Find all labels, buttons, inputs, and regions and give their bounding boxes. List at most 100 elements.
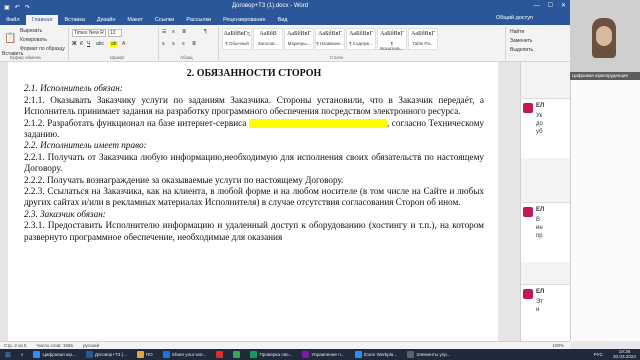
taskbar-item[interactable]: ПО (132, 349, 158, 360)
tab-view[interactable]: Вид (272, 15, 294, 25)
video-thumbnail[interactable]: Цифровая юриспруденция (570, 0, 640, 80)
select-button[interactable]: Выделить (510, 47, 533, 53)
highlighted-blank (248, 119, 387, 129)
style-markers[interactable]: АаБбВвГ Маркеры... (284, 28, 314, 50)
section-heading: 2. ОБЯЗАННОСТИ СТОРОН (186, 68, 322, 79)
subsection-2-2: 2.2. Исполнитель имеет право: (24, 140, 147, 151)
paragraph-2-2-1: 2.2.1. Получать от Заказчика любую инфор… (24, 151, 484, 174)
paragraph-2-2-2: 2.2.2. Получать вознаграждение за оказыв… (24, 174, 344, 185)
taskbar-item[interactable]: Share your wor... (158, 349, 212, 360)
bold-button[interactable]: Ж (72, 41, 77, 47)
minimize-icon[interactable]: — (534, 3, 540, 9)
comment-card[interactable]: ЕЛ В ин пр (521, 202, 571, 262)
comment-author: ЕЛ (536, 103, 545, 109)
tab-insert[interactable]: Вставка (58, 15, 90, 25)
ribbon-home: 📋 Вставить Вырезать Копировать Формат по… (0, 25, 570, 62)
maximize-icon[interactable]: ☐ (548, 2, 553, 9)
avatar (523, 103, 533, 113)
subsection-2-1: 2.1. Исполнитель обязан: (24, 83, 123, 94)
comment-card[interactable]: ЕЛ Ук до уб (521, 98, 571, 158)
language[interactable]: русский (83, 343, 99, 348)
video-caption: Цифровая юриспруденция (570, 72, 640, 80)
align-center-icon[interactable]: ≡ (172, 41, 175, 47)
undo-icon[interactable]: ↶ (15, 4, 20, 11)
start-icon[interactable]: ⊞ (0, 349, 16, 360)
paragraph-2-3-1: 2.3.1. Предоставить Исполнителю информац… (24, 220, 484, 242)
font-name-select[interactable]: Times New R (72, 29, 106, 37)
page-count[interactable]: Стр. 2 из 5 (4, 343, 26, 348)
strikethrough-button[interactable]: abc (96, 41, 104, 47)
taskbar-item[interactable] (211, 349, 228, 360)
search-icon[interactable]: ⌕ (16, 349, 29, 360)
tab-references[interactable]: Ссылки (149, 15, 180, 25)
taskbar-item[interactable]: Zoom Workpla... (350, 349, 403, 360)
document-page[interactable]: 2. ОБЯЗАННОСТИ СТОРОН 2.1. Исполнитель о… (8, 62, 498, 341)
paragraph-2-1-2: 2.1.2. Разработать функционал на базе ин… (24, 118, 484, 141)
font-size-select[interactable]: 12 (108, 29, 122, 37)
style-heading[interactable]: АаБбВ Заголов... (253, 28, 283, 50)
italic-button[interactable]: К (80, 41, 83, 47)
numbering-icon[interactable]: ≡ (172, 29, 175, 35)
clock-date: 20.03.2024 (613, 354, 636, 359)
zoom-level[interactable]: 100% (552, 343, 570, 348)
document-title: Договор+Т3 (1).docx - Word (232, 3, 309, 9)
tab-file[interactable]: Файл (0, 15, 26, 25)
tab-design[interactable]: Дизайн (91, 15, 122, 25)
bullets-icon[interactable]: ☰ (162, 29, 166, 35)
clipboard-group-label: Буфер обмена (10, 55, 41, 60)
subsection-2-3: 2.3. Заказчик обязан: (24, 208, 106, 219)
word-count[interactable]: Число слов: 1566 (36, 343, 73, 348)
redo-icon[interactable]: ↷ (25, 4, 30, 11)
style-toc[interactable]: АаБбВвГ ¶ Содерж... (346, 28, 376, 50)
cut-button[interactable]: Вырезать (20, 28, 42, 34)
tab-layout[interactable]: Макет (121, 15, 149, 25)
tab-review[interactable]: Рецензирование (217, 15, 271, 25)
pilcrow-icon[interactable]: ¶ (204, 29, 207, 35)
styles-group-label: Стили (330, 55, 343, 60)
font-color-button[interactable]: A (122, 41, 125, 47)
taskbar-item[interactable]: Договор+Т3 (... (81, 349, 132, 360)
copy-button[interactable]: Копировать (20, 37, 47, 43)
highlight-button[interactable]: ab (110, 41, 118, 47)
share-button[interactable]: Общий доступ (496, 15, 533, 21)
style-index[interactable]: АаБбВвГ ¶ Указатель... (377, 28, 407, 51)
document-area: 2. ОБЯЗАННОСТИ СТОРОН 2.1. Исполнитель о… (0, 62, 570, 341)
taskbar-item[interactable]: Элементы упр... (402, 349, 455, 360)
paste-icon[interactable]: 📋 (4, 33, 16, 44)
align-right-icon[interactable]: ≡ (182, 41, 185, 47)
format-painter-button[interactable]: Формат по образцу (20, 46, 65, 52)
style-table[interactable]: АаБбВвГ Table Pa... (408, 28, 438, 50)
paragraph-2-1-2-start: 2.1.2. Разработать функционал на базе ин… (24, 117, 247, 128)
style-title[interactable]: АаБбВвГ ¶ Название... (315, 28, 345, 50)
find-button[interactable]: Найти (510, 29, 524, 35)
comment-card[interactable]: ЕЛ Эт и (521, 284, 571, 344)
taskbar-item[interactable] (228, 349, 245, 360)
style-normal[interactable]: АаБбВвГг, ¶ Обычный (222, 28, 252, 50)
right-panel (570, 80, 640, 341)
taskbar: ⊞ ⌕ Цифровая юр... Договор+Т3 (... ПО Sh… (0, 349, 640, 360)
align-left-icon[interactable]: ≡ (162, 41, 165, 47)
taskbar-item[interactable]: Проверка сво... (245, 349, 297, 360)
comment-author: ЕЛ (536, 207, 545, 213)
save-icon[interactable]: ▣ (4, 4, 10, 11)
replace-button[interactable]: Заменить (510, 38, 532, 44)
close-icon[interactable]: ✕ (561, 2, 566, 9)
multilevel-icon[interactable]: ≣ (182, 29, 186, 35)
avatar (523, 207, 533, 217)
comment-text: В ин пр (536, 217, 543, 239)
font-group-label: Шрифт (110, 55, 125, 60)
underline-button[interactable]: Ч (87, 41, 90, 47)
tray-language[interactable]: РУС (589, 349, 608, 360)
title-bar: ▣ ↶ ↷ Договор+Т3 (1).docx - Word — ☐ ✕ (0, 0, 570, 14)
tab-home[interactable]: Главная (25, 15, 59, 25)
participant-face (596, 26, 612, 46)
tray-clock[interactable]: 19:36 20.03.2024 (608, 349, 640, 360)
justify-icon[interactable]: ≣ (192, 41, 196, 47)
tab-mailings[interactable]: Рассылки (180, 15, 217, 25)
taskbar-item[interactable]: Управление п... (297, 349, 349, 360)
paragraph-2-2-3: 2.2.3. Ссылаться на Заказчика, как на кл… (24, 186, 484, 208)
taskbar-item[interactable]: Цифровая юр... (28, 349, 80, 360)
avatar (523, 289, 533, 299)
comment-author: ЕЛ (536, 289, 545, 295)
status-bar: Стр. 2 из 5 Число слов: 1566 русский 100… (0, 341, 570, 349)
